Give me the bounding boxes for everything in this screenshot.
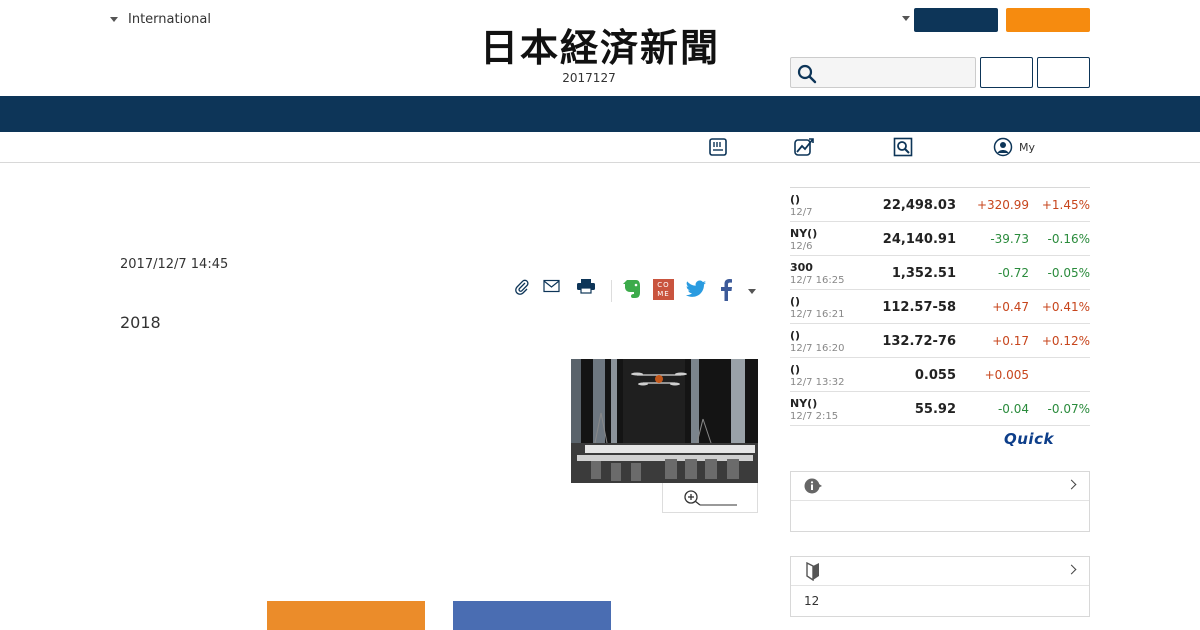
- market-name: NY(): [790, 397, 818, 410]
- beginner-panel: 12: [790, 556, 1090, 617]
- info-panel-body: [791, 501, 1089, 531]
- header-date: 2017127: [562, 71, 616, 85]
- register-button[interactable]: [1037, 57, 1090, 88]
- search-doc-icon: [893, 137, 913, 157]
- market-name: NY(): [790, 227, 818, 240]
- market-value: 132.72-76: [882, 334, 956, 349]
- market-name: (): [790, 295, 801, 308]
- trial-button[interactable]: [1006, 8, 1090, 32]
- search-input[interactable]: [821, 62, 971, 84]
- beginner-panel-body: 12: [804, 594, 820, 608]
- article-title: 2018: [120, 313, 161, 332]
- market-change: +0.17: [992, 334, 1029, 348]
- clip-icon[interactable]: [514, 279, 530, 295]
- quick-logo[interactable]: Quick: [1004, 430, 1054, 448]
- sub-navbar: My: [0, 132, 1200, 163]
- market-percent: +0.12%: [1041, 334, 1090, 348]
- market-time: 12/7 13:32: [790, 377, 845, 388]
- market-value: 0.055: [914, 368, 956, 383]
- market-change: +0.005: [984, 368, 1029, 382]
- market-change: +0.47: [992, 300, 1029, 314]
- subnav-item-paper[interactable]: [708, 137, 734, 157]
- zoom-in-icon: [684, 490, 737, 506]
- market-value: 112.57-58: [882, 300, 956, 315]
- market-time: 12/7 16:25: [790, 275, 845, 286]
- search-icon[interactable]: [797, 64, 817, 84]
- market-name: (): [790, 193, 801, 206]
- user-icon: [993, 137, 1013, 157]
- evernote-icon[interactable]: [622, 278, 642, 300]
- comemo-icon[interactable]: CO ME: [653, 279, 674, 300]
- market-value: 22,498.03: [882, 198, 956, 213]
- market-change: -0.04: [997, 402, 1029, 416]
- market-time: 12/6: [790, 241, 813, 252]
- more-share-caret-icon[interactable]: [748, 289, 756, 294]
- market-time: 12/7 16:21: [790, 309, 845, 320]
- facebook-icon[interactable]: [719, 279, 733, 301]
- market-row[interactable]: NY() 12/7 2:15 55.92 -0.04 -0.07%: [790, 392, 1090, 426]
- edition-label: International: [128, 12, 211, 27]
- chevron-right-icon: [1066, 564, 1077, 575]
- market-percent: +0.41%: [1041, 300, 1090, 314]
- info-icon: [804, 478, 822, 494]
- market-row[interactable]: () 12/7 22,498.03 +320.99 +1.45%: [790, 188, 1090, 222]
- info-panel-header[interactable]: [791, 472, 1089, 501]
- market-table: () 12/7 22,498.03 +320.99 +1.45% NY() 12…: [790, 187, 1090, 426]
- market-row[interactable]: 300 12/7 16:25 1,352.51 -0.72 -0.05%: [790, 256, 1090, 290]
- market-value: 24,140.91: [882, 232, 956, 247]
- subnav-item-chart[interactable]: [793, 137, 821, 157]
- market-percent: -0.05%: [1047, 266, 1090, 280]
- chevron-down-icon: [110, 17, 118, 22]
- market-change: -39.73: [990, 232, 1029, 246]
- share-button-blue[interactable]: [453, 601, 611, 630]
- edition-selector[interactable]: International: [110, 12, 211, 27]
- site-logo[interactable]: 日本経済新聞: [450, 26, 750, 70]
- drone-photo-image: [571, 359, 758, 483]
- market-value: 1,352.51: [891, 266, 956, 281]
- subscribe-button[interactable]: [914, 8, 998, 32]
- article-date: 2017/12/7 14:45: [120, 257, 229, 272]
- account-menu-caret-icon[interactable]: [902, 16, 910, 21]
- market-time: 12/7 16:20: [790, 343, 845, 354]
- market-name: 300: [790, 261, 813, 274]
- market-name: (): [790, 363, 801, 376]
- search-box[interactable]: [790, 57, 976, 88]
- chevron-right-icon: [1066, 479, 1077, 490]
- market-value: 55.92: [914, 402, 956, 417]
- article-photo[interactable]: [571, 359, 758, 483]
- market-row[interactable]: NY() 12/6 24,140.91 -39.73 -0.16%: [790, 222, 1090, 256]
- login-button[interactable]: [980, 57, 1033, 88]
- photo-zoom-button[interactable]: [662, 483, 758, 513]
- chart-icon: [794, 138, 814, 156]
- market-percent: -0.07%: [1047, 402, 1090, 416]
- beginner-panel-header[interactable]: [791, 557, 1089, 586]
- market-percent: -0.16%: [1047, 232, 1090, 246]
- market-change: +320.99: [976, 198, 1029, 212]
- info-panel: [790, 471, 1090, 532]
- subnav-item-search[interactable]: [893, 137, 919, 157]
- market-row[interactable]: () 12/7 16:20 132.72-76 +0.17 +0.12%: [790, 324, 1090, 358]
- market-name: (): [790, 329, 801, 342]
- main-navbar: [0, 96, 1200, 132]
- twitter-icon[interactable]: [685, 280, 707, 299]
- market-time: 12/7 2:15: [790, 411, 839, 422]
- market-row[interactable]: () 12/7 13:32 0.055 +0.005: [790, 358, 1090, 392]
- market-percent: +1.45%: [1041, 198, 1090, 212]
- beginner-mark-icon: [806, 562, 819, 581]
- subnav-label: My: [1019, 140, 1036, 154]
- market-change: -0.72: [997, 266, 1029, 280]
- market-time: 12/7: [790, 207, 813, 218]
- newspaper-icon: [709, 138, 727, 156]
- share-button-orange[interactable]: [267, 601, 425, 630]
- mail-icon[interactable]: [543, 279, 560, 293]
- share-divider: [611, 280, 612, 302]
- print-icon[interactable]: [576, 278, 596, 294]
- market-row[interactable]: () 12/7 16:21 112.57-58 +0.47 +0.41%: [790, 290, 1090, 324]
- subnav-item-my[interactable]: My: [993, 137, 1035, 157]
